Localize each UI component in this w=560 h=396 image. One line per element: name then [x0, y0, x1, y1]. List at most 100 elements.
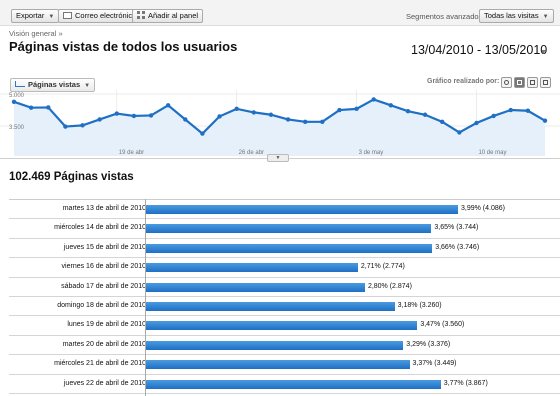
row-date: miércoles 21 de abril de 2010: [54, 360, 146, 368]
data-point[interactable]: [234, 106, 239, 112]
export-button[interactable]: Exportar ▼: [11, 9, 60, 23]
email-label: Correo electrónico: [75, 11, 137, 20]
data-point[interactable]: [217, 114, 222, 119]
data-point[interactable]: [542, 118, 548, 123]
table-row: lunes 19 de abril de 2010 3,47% (3.560): [9, 316, 560, 336]
chevron-down-icon: ▼: [48, 14, 55, 20]
row-date: miércoles 14 de abril de 2010: [54, 224, 146, 232]
dashboard-label: Añadir al panel: [148, 11, 199, 20]
data-point[interactable]: [11, 99, 17, 104]
graph-by-week-button[interactable]: [527, 77, 538, 88]
data-point[interactable]: [354, 106, 359, 112]
report-toolbar: Exportar ▼ Correo electrónico Añadir al p…: [0, 0, 560, 26]
graph-by-month-button[interactable]: [540, 77, 551, 88]
clock-icon: [504, 80, 509, 85]
row-date: viernes 16 de abril de 2010: [61, 263, 146, 271]
data-point[interactable]: [337, 107, 342, 113]
bar-axis: [145, 199, 146, 396]
pageviews-line-chart: 5.000 3.500 19 de abr 26 de abr 3 de may 10…: [0, 90, 560, 156]
row-date: domingo 18 de abril de 2010: [57, 301, 146, 309]
row-value: 2,80% (2.874): [367, 282, 412, 290]
data-point[interactable]: [165, 103, 171, 108]
chevron-down-icon: ▼: [542, 14, 549, 20]
row-value: 3,65% (3.744): [434, 224, 479, 232]
email-button[interactable]: Correo electrónico: [58, 9, 142, 23]
table-row: miércoles 21 de abril de 2010 3,37% (3.44…: [9, 355, 560, 375]
graph-by-day-button[interactable]: [514, 77, 525, 88]
row-value: 3,99% (4.086): [461, 205, 505, 212]
data-point[interactable]: [28, 105, 34, 110]
data-point[interactable]: [388, 103, 394, 108]
series-area: [14, 99, 545, 156]
data-point[interactable]: [268, 112, 274, 117]
data-point[interactable]: [405, 109, 411, 114]
data-point[interactable]: [97, 117, 102, 122]
row-value: 3,47% (3.560): [420, 321, 465, 329]
page-title: Páginas vistas de todos los usuarios: [9, 39, 238, 54]
x-tick-label: 26 de abr: [239, 150, 264, 156]
chevron-down-icon[interactable]: ▼: [540, 49, 547, 56]
chart-resize-handle[interactable]: ▼: [267, 154, 289, 162]
add-to-dashboard-button[interactable]: Añadir al panel: [132, 9, 204, 23]
segments-value: Todas las visitas: [484, 11, 539, 20]
pageviews-table: martes 13 de abril de 2010 3,99% (4.086) m…: [9, 199, 560, 394]
row-value: 2,71% (2.774): [360, 263, 405, 271]
data-point[interactable]: [508, 107, 513, 113]
data-point[interactable]: [114, 111, 119, 116]
line-chart-icon: [15, 81, 25, 87]
data-point[interactable]: [183, 117, 188, 122]
data-point[interactable]: [200, 131, 205, 136]
table-row: sábado 17 de abril de 2010 2,80% (2.874): [9, 278, 560, 297]
data-point[interactable]: [525, 108, 531, 113]
table-row: jueves 15 de abril de 2010 3,66% (3.746): [9, 239, 560, 259]
data-point[interactable]: [148, 113, 154, 118]
data-point[interactable]: [491, 113, 496, 119]
week-icon: [530, 80, 535, 85]
y-tick-label: 5.000: [9, 93, 25, 99]
graph-by-clock-button[interactable]: [501, 77, 512, 88]
data-point[interactable]: [251, 110, 257, 115]
row-date: sábado 17 de abril de 2010: [61, 282, 146, 290]
data-point[interactable]: [302, 119, 308, 125]
row-bar: [146, 340, 404, 350]
row-bar: [146, 224, 432, 234]
data-point[interactable]: [474, 120, 479, 126]
date-range-picker[interactable]: 13/04/2010 - 13/05/2010: [411, 43, 547, 57]
breadcrumb[interactable]: Visión general »: [9, 29, 63, 38]
export-label: Exportar: [16, 11, 45, 20]
month-icon: [543, 80, 548, 85]
data-point[interactable]: [63, 124, 68, 129]
graph-by-label: Gráfico realizado por:: [427, 78, 500, 85]
y-tick-label: 3.500: [9, 125, 25, 131]
table-row: viernes 16 de abril de 2010 2,71% (2.774): [9, 258, 560, 278]
table-row: martes 20 de abril de 2010 3,29% (3.376): [9, 336, 560, 356]
row-value: 3,29% (3.376): [406, 340, 451, 348]
row-bar: [146, 205, 458, 214]
row-date: jueves 22 de abril de 2010: [63, 379, 146, 387]
data-point[interactable]: [131, 113, 137, 119]
data-point[interactable]: [422, 112, 428, 117]
data-point[interactable]: [80, 123, 85, 128]
data-point[interactable]: [371, 97, 376, 102]
row-value: 3,37% (3.449): [412, 360, 457, 368]
data-point[interactable]: [285, 117, 291, 122]
table-row: jueves 22 de abril de 2010 3,77% (3.867): [9, 375, 560, 394]
segments-select[interactable]: Todas las visitas ▼: [479, 9, 554, 23]
day-icon: [517, 80, 522, 85]
data-point[interactable]: [440, 119, 445, 125]
dashboard-icon: [137, 11, 145, 19]
row-value: 3,77% (3.867): [443, 379, 488, 387]
data-point[interactable]: [320, 119, 325, 125]
row-date: martes 20 de abril de 2010: [62, 340, 146, 348]
total-pageviews: 102.469 Páginas vistas: [9, 171, 134, 183]
row-date: martes 13 de abril de 2010: [62, 205, 146, 212]
x-tick-label: 3 de may: [359, 150, 384, 156]
x-tick-label: 19 de abr: [119, 150, 144, 156]
row-bar: [146, 263, 358, 273]
segments-label: Segmentos avanzados:: [406, 12, 485, 21]
table-row: domingo 18 de abril de 2010 3,18% (3.260): [9, 297, 560, 317]
row-bar: [146, 321, 418, 331]
data-point[interactable]: [457, 130, 462, 135]
row-value: 3,66% (3.746): [435, 243, 480, 251]
data-point[interactable]: [46, 105, 51, 110]
